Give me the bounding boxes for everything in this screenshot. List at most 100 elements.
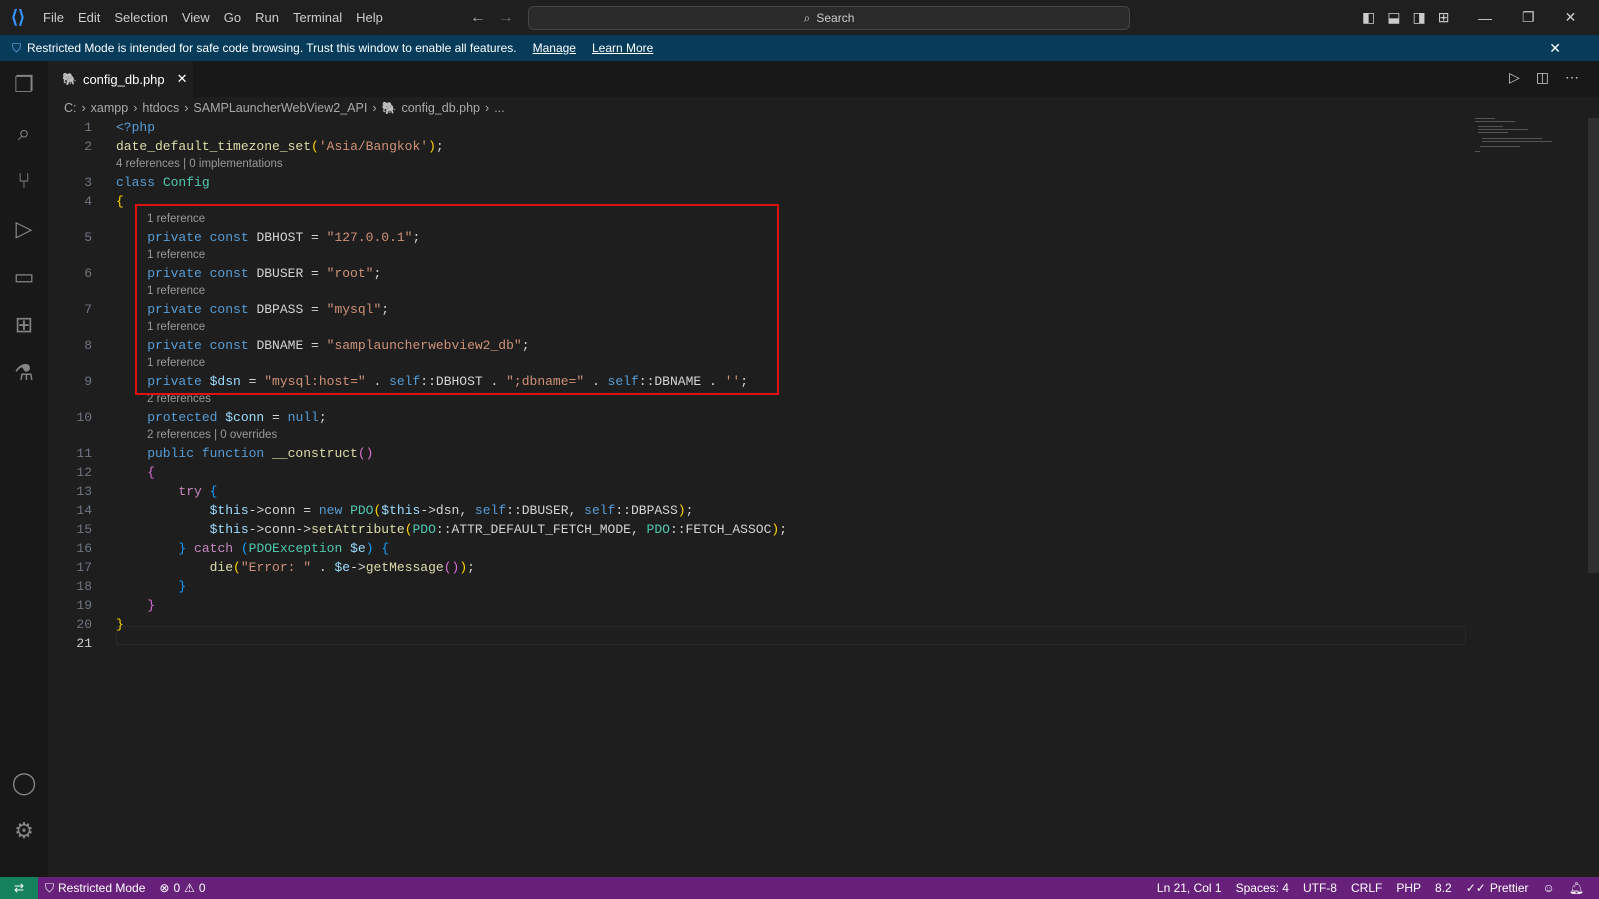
code-line[interactable]: 20} — [48, 615, 1599, 634]
codelens-text[interactable]: 4 references | 0 implementations — [116, 156, 283, 173]
code-token: __construct — [272, 446, 358, 461]
source-control-icon[interactable]: ⑂ — [0, 157, 48, 205]
breadcrumb: C: › xampp › htdocs › SAMPLauncherWebView2_… — [64, 98, 505, 118]
breadcrumb-drive[interactable]: C: — [64, 101, 77, 115]
code-line[interactable]: 14 $this->conn = new PDO($this->dsn, sel… — [48, 501, 1599, 520]
indentation[interactable]: Spaces: 4 — [1229, 881, 1296, 895]
code-token: () — [357, 446, 374, 461]
code-line[interactable]: 18 } — [48, 577, 1599, 596]
breadcrumb-file[interactable]: config_db.php — [401, 101, 480, 115]
code-line[interactable]: 2 date_default_timezone_set('Asia/Bangkok… — [48, 137, 1599, 156]
codelens-text[interactable]: 2 references | 0 overrides — [147, 427, 277, 444]
code-token: PDO — [350, 503, 374, 518]
code-line[interactable]: 1 <?php — [48, 118, 1599, 137]
explorer-icon[interactable]: ❐ — [0, 61, 48, 109]
vertical-scrollbar[interactable] — [1588, 118, 1599, 573]
cursor-position[interactable]: Ln 21, Col 1 — [1150, 881, 1229, 895]
restore-icon[interactable]: ❐ — [1522, 9, 1535, 26]
split-editor-icon[interactable]: ◫ — [1536, 69, 1549, 86]
line-number: 10 — [76, 410, 92, 425]
customize-layout-icon[interactable]: ⊞ — [1438, 9, 1450, 26]
remote-explorer-icon[interactable]: ▭ — [0, 253, 48, 301]
extensions-icon[interactable]: ⊞ — [0, 301, 48, 349]
prettier-status[interactable]: ✓✓ Prettier — [1459, 881, 1536, 895]
menu-selection[interactable]: Selection — [107, 10, 174, 25]
search-view-icon[interactable]: ⌕ — [0, 109, 48, 157]
menu-terminal[interactable]: Terminal — [286, 10, 349, 25]
menu-help[interactable]: Help — [349, 10, 390, 25]
code-line[interactable]: 12 { — [48, 463, 1599, 482]
breadcrumb-xampp[interactable]: xampp — [91, 101, 129, 115]
minimize-icon[interactable]: — — [1478, 10, 1492, 26]
breadcrumb-symbol[interactable]: ... — [494, 101, 504, 115]
problems-status[interactable]: ⊗ 0 ⚠ 0 — [152, 881, 212, 895]
line-number: 9 — [84, 374, 92, 389]
feedback-icon[interactable]: ☺ — [1536, 881, 1562, 895]
codelens[interactable]: 2 references | 0 overrides — [48, 427, 1599, 444]
toggle-secondary-sidebar-icon[interactable]: ◨ — [1412, 9, 1425, 26]
code-line[interactable]: 19 } — [48, 596, 1599, 615]
minimap[interactable] — [1470, 118, 1560, 158]
code-token: ->conn = — [248, 503, 319, 518]
encoding[interactable]: UTF-8 — [1296, 881, 1344, 895]
menu-file[interactable]: File — [36, 10, 71, 25]
testing-icon[interactable]: ⚗ — [0, 349, 48, 397]
codelens[interactable]: 4 references | 0 implementations — [48, 156, 1599, 173]
more-actions-icon[interactable]: ⋯ — [1565, 69, 1579, 86]
language-mode[interactable]: PHP — [1389, 881, 1428, 895]
breadcrumb-htdocs[interactable]: htdocs — [142, 101, 179, 115]
code-line[interactable]: 3 class Config — [48, 173, 1599, 192]
code-token: $this — [209, 503, 249, 518]
code-line[interactable]: 21 — [48, 634, 1599, 653]
close-tab-icon[interactable]: ✕ — [177, 71, 188, 87]
close-window-icon[interactable]: ✕ — [1565, 9, 1577, 26]
error-icon: ⊗ — [159, 881, 170, 895]
toggle-primary-sidebar-icon[interactable]: ◧ — [1362, 9, 1375, 26]
back-arrow-icon[interactable]: ← — [470, 9, 486, 27]
code-line[interactable]: 10 protected $conn = null; — [48, 408, 1599, 427]
code-line[interactable]: 15 $this->conn->setAttribute(PDO::ATTR_D… — [48, 520, 1599, 539]
menu-run[interactable]: Run — [248, 10, 286, 25]
line-number: 20 — [76, 617, 92, 632]
toggle-panel-icon[interactable]: ⬓ — [1387, 9, 1400, 26]
code-token: "Error: " — [240, 560, 312, 575]
menu-view[interactable]: View — [175, 10, 217, 25]
forward-arrow-icon[interactable]: → — [498, 9, 514, 27]
menu-edit[interactable]: Edit — [71, 10, 107, 25]
tab-config-db-php[interactable]: 🐘 config_db.php ✕ — [48, 61, 193, 97]
code-token: } — [147, 598, 156, 613]
manage-link[interactable]: Manage — [533, 41, 576, 55]
settings-gear-icon[interactable]: ⚙ — [0, 807, 48, 855]
code-line[interactable]: 11 public function __construct() — [48, 444, 1599, 463]
code-line[interactable]: 17 die("Error: " . $e->getMessage()); — [48, 558, 1599, 577]
remote-indicator-icon[interactable]: ⇄ — [0, 877, 38, 899]
restricted-mode-banner: ⛉ Restricted Mode is intended for safe c… — [0, 35, 1599, 61]
code-text: $this->conn->setAttribute(PDO::ATTR_DEFA… — [116, 520, 787, 539]
notifications-bell-icon[interactable]: 🔔︎ — [1562, 881, 1591, 895]
end-of-line[interactable]: CRLF — [1344, 881, 1389, 895]
close-banner-icon[interactable]: ✕ — [1549, 40, 1561, 57]
command-center-search[interactable]: ⌕ Search — [528, 6, 1130, 30]
code-token: ; — [435, 139, 444, 154]
code-token: ::DBPASS — [615, 503, 678, 518]
code-token: try — [116, 484, 210, 499]
code-line[interactable]: 16 } catch (PDOException $e) { — [48, 539, 1599, 558]
line-number: 18 — [76, 579, 92, 594]
run-debug-icon[interactable]: ▷ — [0, 205, 48, 253]
line-number: 19 — [76, 598, 92, 613]
restricted-mode-status[interactable]: ⛉ Restricted Mode — [38, 881, 152, 896]
code-line[interactable]: 13 try { — [48, 482, 1599, 501]
php-version[interactable]: 8.2 — [1428, 881, 1459, 895]
code-text: } — [116, 596, 155, 615]
run-file-icon[interactable]: ▷ — [1509, 69, 1520, 86]
restricted-mode-label: Restricted Mode — [58, 881, 146, 895]
menu-go[interactable]: Go — [217, 10, 248, 25]
breadcrumb-project[interactable]: SAMPLauncherWebView2_API — [193, 101, 367, 115]
learn-more-link[interactable]: Learn More — [592, 41, 653, 55]
accounts-icon[interactable]: ◯ — [0, 759, 48, 807]
line-number: 21 — [76, 636, 92, 651]
